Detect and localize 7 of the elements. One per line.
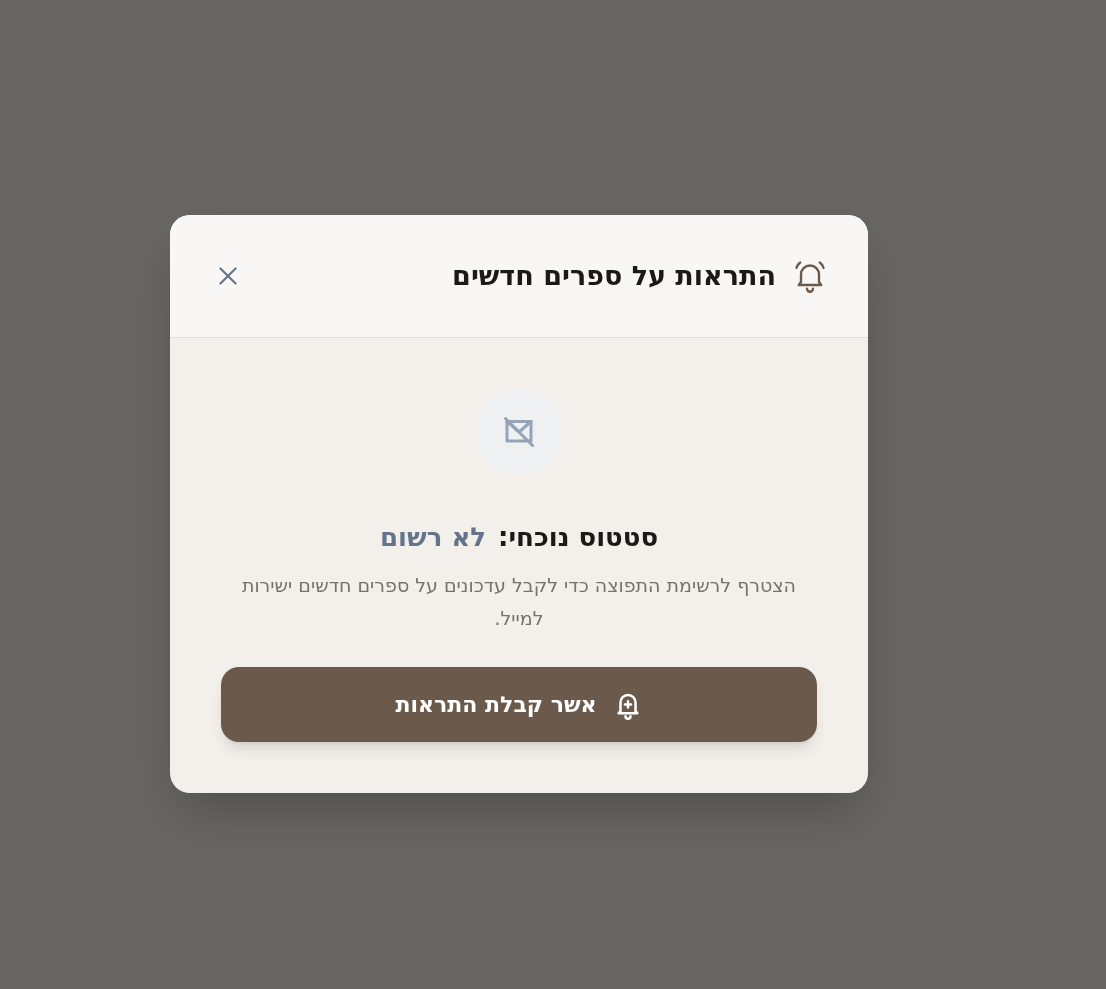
bell-icon <box>792 258 828 294</box>
mail-off-icon <box>501 414 537 450</box>
status-label: סטטוס נוכחי: <box>498 521 659 554</box>
dialog-title: התראות על ספרים חדשים <box>452 258 776 293</box>
description: הצטרף לרשימת התפוצה כדי לקבל עדכונים על ספרים חדשים ישירות למייל. <box>240 573 798 631</box>
confirm-button[interactable]: אשר קבלת התראות <box>221 667 817 742</box>
status-value: לא רשום <box>379 521 487 554</box>
